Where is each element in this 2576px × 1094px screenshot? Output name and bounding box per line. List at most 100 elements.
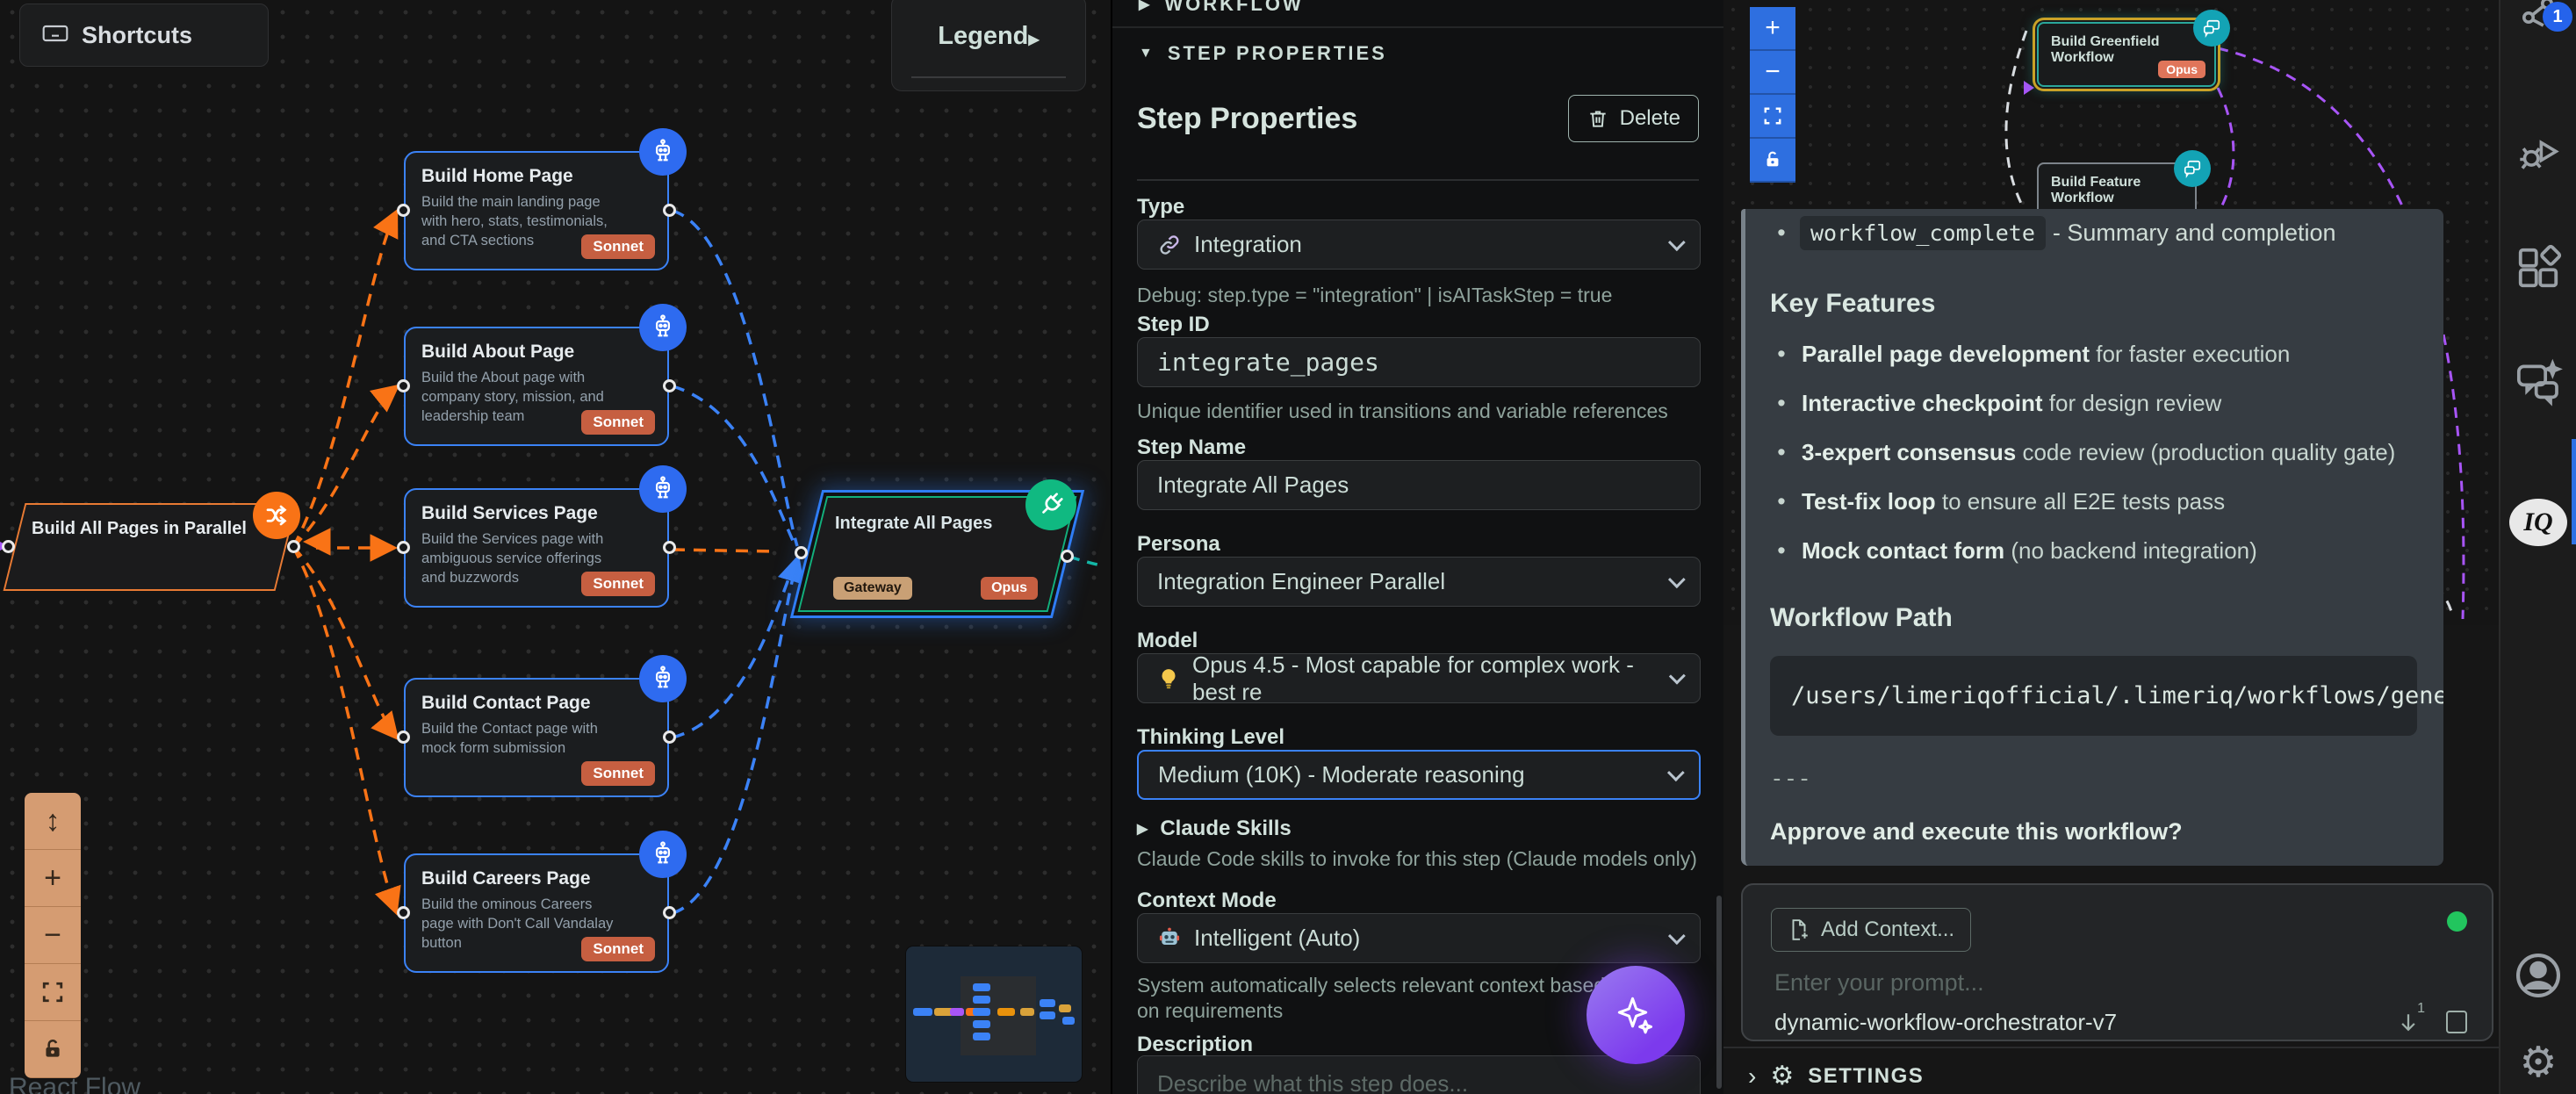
step-properties-section-header[interactable]: ▼ STEP PROPERTIES (1112, 42, 1387, 65)
list-item: •Parallel page development for faster ex… (1770, 341, 2417, 368)
minimap-node (950, 1008, 964, 1016)
persona-select[interactable]: Integration Engineer Parallel (1137, 557, 1701, 607)
section-divider (1112, 26, 1723, 28)
caret-right-icon: ▶ (1137, 820, 1148, 838)
minimap-node (973, 1033, 990, 1040)
node-handle[interactable] (2, 540, 15, 553)
minimap-node (1062, 1017, 1075, 1025)
lock-button[interactable] (25, 1021, 81, 1078)
content-divider (1137, 179, 1699, 181)
node-title: Integrate All Pages (835, 514, 992, 534)
shortcuts-panel[interactable]: Shortcuts (19, 4, 269, 67)
node-handle[interactable] (663, 541, 676, 554)
workflow-canvas[interactable]: Shortcuts Legend▶ Build All Pages in Par… (0, 0, 1111, 1094)
ai-chat-icon[interactable] (2514, 358, 2563, 412)
step-id-label: Step ID (1137, 313, 1210, 337)
description-textarea[interactable] (1137, 1055, 1701, 1094)
legend-caret-icon: ▶ (1028, 32, 1039, 47)
caret-right-icon: ▶ (1139, 0, 1152, 13)
widgets-icon[interactable] (2515, 244, 2562, 296)
context-mode-label: Context Mode (1137, 889, 1277, 913)
node-build-greenfield-workflow[interactable]: Build Greenfield Workflow Opus (2037, 22, 2216, 87)
ai-assist-fab[interactable] (1587, 966, 1685, 1064)
thinking-level-select[interactable]: Medium (10K) - Moderate reasoning (1137, 750, 1701, 800)
node-build-services-page[interactable]: Build Services Page Build the Services p… (404, 488, 669, 608)
step-name-input[interactable] (1137, 460, 1701, 510)
type-label: Type (1137, 195, 1184, 220)
status-dot (2447, 911, 2467, 932)
bullet: • (1770, 220, 1793, 247)
model-select[interactable]: Opus 4.5 - Most capable for complex work… (1137, 653, 1701, 703)
minimap-viewport[interactable] (961, 976, 1036, 1055)
delete-step-button[interactable]: Delete (1568, 95, 1699, 142)
settings-gear-icon[interactable]: ⚙ (2519, 1038, 2557, 1087)
claude-skills-helper: Claude Code skills to invoke for this st… (1137, 846, 1699, 872)
node-handle[interactable] (287, 540, 300, 553)
queue-count: 1 (2417, 1001, 2425, 1017)
model-label: Model (1137, 629, 1198, 653)
minimap-node (1040, 1011, 1055, 1019)
node-title: Build About Page (421, 342, 651, 363)
minimap-node (973, 996, 990, 1004)
gateway-badge: Gateway (833, 577, 912, 600)
zoom-in-button[interactable]: + (1750, 7, 1795, 51)
node-handle[interactable] (663, 906, 676, 919)
keyboard-icon (41, 19, 69, 52)
account-icon[interactable] (2513, 950, 2564, 1005)
legend-panel[interactable]: Legend▶ (891, 0, 1086, 91)
node-handle[interactable] (663, 379, 676, 392)
assistant-panel: + − Build Greenfield Workflow Opus Build… (1723, 0, 2499, 1094)
node-build-home-page[interactable]: Build Home Page Build the main landing p… (404, 151, 669, 270)
node-build-about-page[interactable]: Build About Page Build the About page wi… (404, 327, 669, 446)
model-badge: Sonnet (581, 937, 655, 961)
claude-skills-toggle[interactable]: ▶ Claude Skills (1137, 817, 1292, 841)
node-handle[interactable] (663, 204, 676, 217)
robot-icon (639, 304, 687, 351)
lock-button[interactable] (1750, 139, 1795, 183)
node-title: Build Careers Page (421, 868, 651, 889)
context-mode-helper: System automatically selects relevant co… (1137, 973, 1629, 1025)
add-context-button[interactable]: Add Context... (1771, 908, 1971, 952)
approve-instructions: Type "yes" or "approve" to proceed, or l… (1770, 858, 2433, 866)
chevron-right-icon: › (1748, 1062, 1756, 1090)
node-handle[interactable] (795, 546, 808, 559)
context-mode-select[interactable]: Intelligent (Auto) (1137, 913, 1701, 963)
node-handle[interactable] (397, 541, 410, 554)
zoom-out-button[interactable]: − (1750, 51, 1795, 95)
message-divider: --- (1770, 766, 2417, 792)
panel-scrollbar[interactable] (1716, 896, 1722, 1089)
zoom-out-button[interactable]: − (25, 907, 81, 964)
settings-section-header[interactable]: › ⚙ SETTINGS (1748, 1061, 1924, 1091)
fit-view-button[interactable] (1750, 95, 1795, 139)
step-id-helper: Unique identifier used in transitions an… (1137, 399, 1699, 424)
iq-logo[interactable]: IQ (2509, 499, 2567, 546)
node-description: Build the Contact page with mock form su… (421, 720, 651, 759)
list-item: •3-expert consensus code review (product… (1770, 439, 2417, 466)
node-build-contact-page[interactable]: Build Contact Page Build the Contact pag… (404, 678, 669, 797)
node-handle[interactable] (397, 204, 410, 217)
type-select[interactable]: Integration (1137, 220, 1701, 270)
node-handle[interactable] (1061, 550, 1074, 563)
workflow-section-header[interactable]: ▶ WORKFLOW (1112, 0, 1304, 16)
auto-layout-button[interactable]: ↕ (25, 793, 81, 850)
chat-bubble-icon (2193, 10, 2230, 47)
fit-view-button[interactable] (25, 964, 81, 1021)
minus-icon: − (1765, 57, 1781, 87)
stop-icon[interactable] (2446, 1011, 2467, 1033)
node-title: Build Services Page (421, 503, 651, 524)
node-build-careers-page[interactable]: Build Careers Page Build the ominous Car… (404, 853, 669, 973)
model-badge: Sonnet (581, 234, 655, 259)
node-handle[interactable] (397, 731, 410, 744)
canvas-controls: ↕ + − (25, 793, 81, 1078)
step-id-input[interactable] (1137, 337, 1701, 387)
node-title: Build Contact Page (421, 693, 651, 714)
node-handle[interactable] (663, 731, 676, 744)
minimap[interactable] (906, 946, 1082, 1082)
node-handle[interactable] (397, 379, 410, 392)
prompt-input[interactable] (1774, 969, 2301, 997)
vertical-arrows-icon: ↕ (46, 804, 61, 838)
node-handle[interactable] (397, 906, 410, 919)
queue-download-icon[interactable]: 1 (2395, 1008, 2421, 1036)
zoom-in-button[interactable]: + (25, 850, 81, 907)
debug-run-icon[interactable] (2515, 132, 2562, 184)
